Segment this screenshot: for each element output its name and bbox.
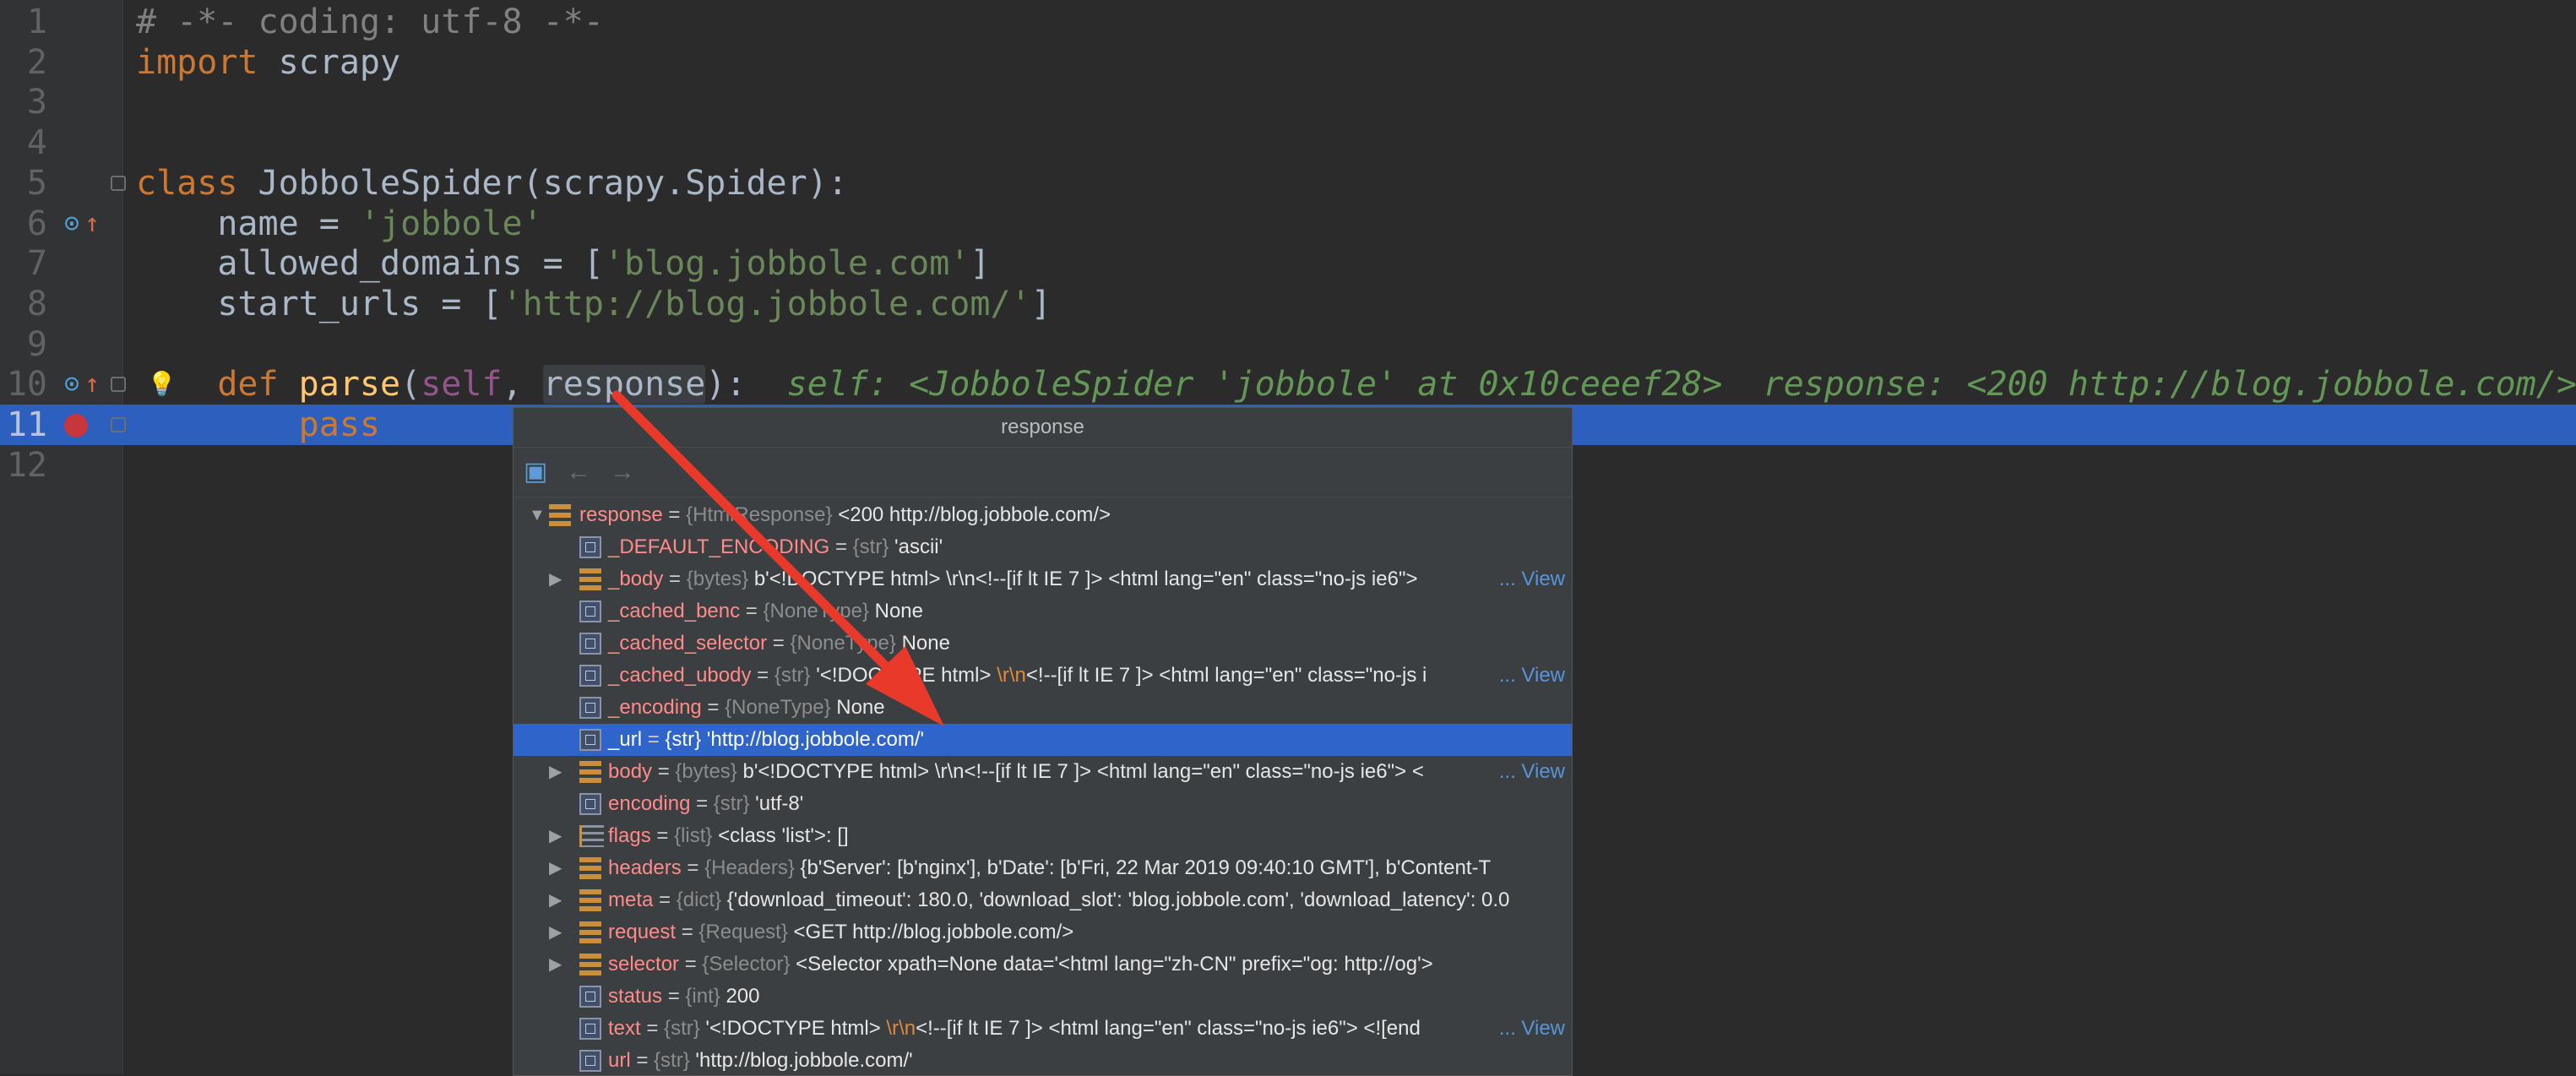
annotation-arrow [611, 390, 944, 726]
